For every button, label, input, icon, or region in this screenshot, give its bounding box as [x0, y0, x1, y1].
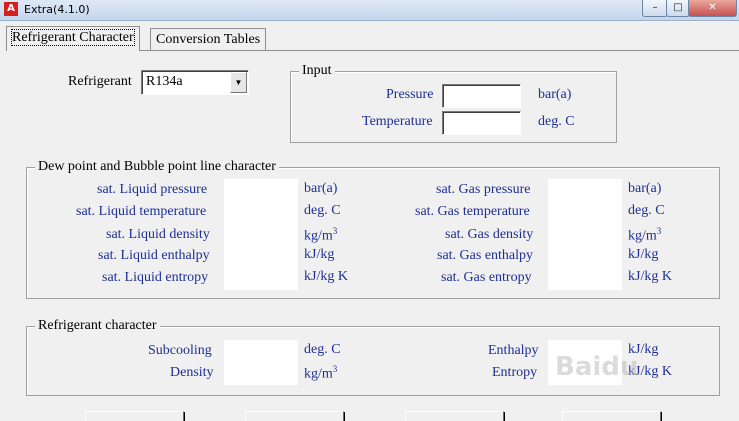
sat-liquid-enthalpy-unit: kJ/kg	[304, 247, 335, 262]
sat-liquid-density-label: sat. Liquid density	[106, 227, 210, 242]
unit-text: kg/m	[304, 228, 333, 244]
enthalpy-label: Enthalpy	[488, 343, 539, 358]
unit-superscript: 3	[332, 226, 338, 236]
app-window: A Extra(4.1.0) – □ ✕ Refrigerant Charact…	[0, 0, 739, 421]
bottom-button-3[interactable]	[405, 411, 504, 421]
sat-liquid-temperature-unit: deg. C	[304, 203, 341, 218]
close-button[interactable]: ✕	[688, 0, 737, 17]
unit-text: kg/m	[628, 228, 657, 244]
tab-label: Conversion Tables	[156, 32, 261, 47]
sat-liquid-pressure-field	[224, 179, 298, 202]
density-field	[224, 362, 298, 385]
sat-liquid-entropy-field	[224, 267, 298, 290]
refrigerant-character-title: Refrigerant character	[35, 318, 160, 334]
bottom-button-1[interactable]	[85, 411, 184, 421]
subcooling-label: Subcooling	[148, 343, 212, 358]
density-label: Density	[170, 365, 214, 380]
subcooling-field	[224, 340, 298, 363]
refrigerant-select[interactable]: R134a ▼	[141, 70, 249, 95]
bottom-button-4[interactable]	[562, 411, 661, 421]
sat-liquid-temperature-label: sat. Liquid temperature	[76, 204, 207, 219]
sat-gas-pressure-unit: bar(a)	[628, 181, 662, 196]
temperature-label: Temperature	[362, 114, 433, 129]
sat-gas-entropy-field	[548, 267, 622, 290]
density-unit: kg/m3	[304, 364, 337, 383]
sat-gas-density-label: sat. Gas density	[445, 227, 534, 242]
pressure-label: Pressure	[386, 87, 434, 102]
subcooling-unit: deg. C	[304, 342, 341, 357]
unit-superscript: 3	[656, 226, 662, 236]
sat-liquid-entropy-unit: kJ/kg K	[304, 269, 348, 284]
title-bar: A Extra(4.1.0) – □ ✕	[0, 0, 739, 21]
bottom-button-2[interactable]	[245, 411, 344, 421]
sat-gas-entropy-unit: kJ/kg K	[628, 269, 672, 284]
tab-conversion-tables[interactable]: Conversion Tables	[150, 28, 267, 50]
sat-gas-enthalpy-field	[548, 245, 622, 268]
tab-label: Refrigerant Character	[11, 29, 135, 46]
sat-gas-density-field	[548, 224, 622, 247]
sat-liquid-pressure-label: sat. Liquid pressure	[97, 182, 208, 197]
app-logo-icon: A	[4, 2, 18, 16]
sat-gas-temperature-unit: deg. C	[628, 203, 665, 218]
watermark-logo: Baidu	[555, 352, 639, 382]
sat-liquid-density-field	[224, 224, 298, 247]
sat-gas-pressure-label: sat. Gas pressure	[436, 182, 531, 197]
input-group-title: Input	[299, 63, 335, 79]
unit-text: kg/m	[304, 366, 333, 382]
dew-bubble-title: Dew point and Bubble point line characte…	[35, 159, 279, 175]
entropy-label: Entropy	[492, 365, 538, 380]
unit-superscript: 3	[332, 364, 338, 374]
temperature-input[interactable]	[442, 111, 521, 135]
sat-gas-entropy-label: sat. Gas entropy	[441, 270, 532, 285]
sat-liquid-density-unit: kg/m3	[304, 226, 337, 245]
sat-gas-pressure-field	[548, 179, 622, 202]
sat-gas-density-unit: kg/m3	[628, 226, 661, 245]
sat-liquid-enthalpy-label: sat. Liquid enthalpy	[98, 248, 210, 263]
sat-liquid-pressure-unit: bar(a)	[304, 181, 338, 196]
pressure-unit: bar(a)	[538, 87, 572, 102]
sat-gas-enthalpy-label: sat. Gas enthalpy	[437, 248, 534, 263]
temperature-unit: deg. C	[538, 114, 575, 129]
sat-liquid-enthalpy-field	[224, 245, 298, 268]
tab-refrigerant-character[interactable]: Refrigerant Character	[6, 26, 140, 51]
sat-gas-enthalpy-unit: kJ/kg	[628, 247, 659, 262]
sat-liquid-entropy-label: sat. Liquid entropy	[102, 270, 209, 285]
pressure-input[interactable]	[442, 84, 521, 108]
refrigerant-label: Refrigerant	[68, 74, 132, 89]
sat-liquid-temperature-field	[224, 201, 298, 224]
refrigerant-value: R134a	[146, 74, 183, 89]
maximize-button[interactable]: □	[666, 0, 690, 17]
minimize-button[interactable]: –	[642, 0, 668, 17]
sat-gas-temperature-field	[548, 201, 622, 224]
window-title: Extra(4.1.0)	[24, 3, 90, 16]
sat-gas-temperature-label: sat. Gas temperature	[415, 204, 530, 219]
chevron-down-icon[interactable]: ▼	[230, 72, 247, 93]
